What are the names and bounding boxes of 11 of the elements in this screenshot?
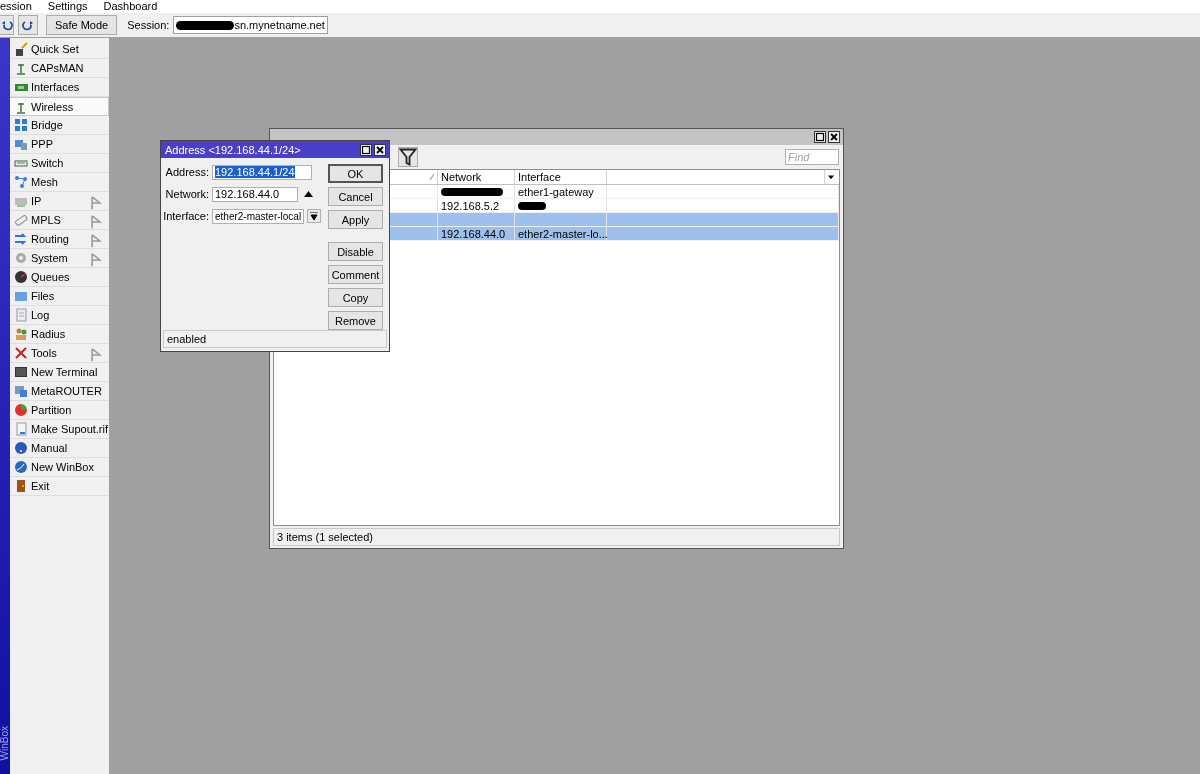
session-label: Session: (127, 19, 170, 31)
status-bar: enabled (163, 330, 387, 348)
dialog-title: Address <192.168.44.1/24> (165, 143, 301, 156)
table-cell: ether1-gateway (515, 185, 607, 198)
field-label: Address: (164, 166, 209, 179)
field-label: Network: (164, 188, 209, 201)
table-cell: 192.168.5.2 (438, 199, 515, 212)
table-cell: 192.168.44.0 (438, 227, 515, 240)
field-label: Interface: (162, 210, 209, 223)
table-cell: ether2-master-lo... (515, 227, 607, 240)
status-bar: 3 items (1 selected) (273, 528, 840, 546)
